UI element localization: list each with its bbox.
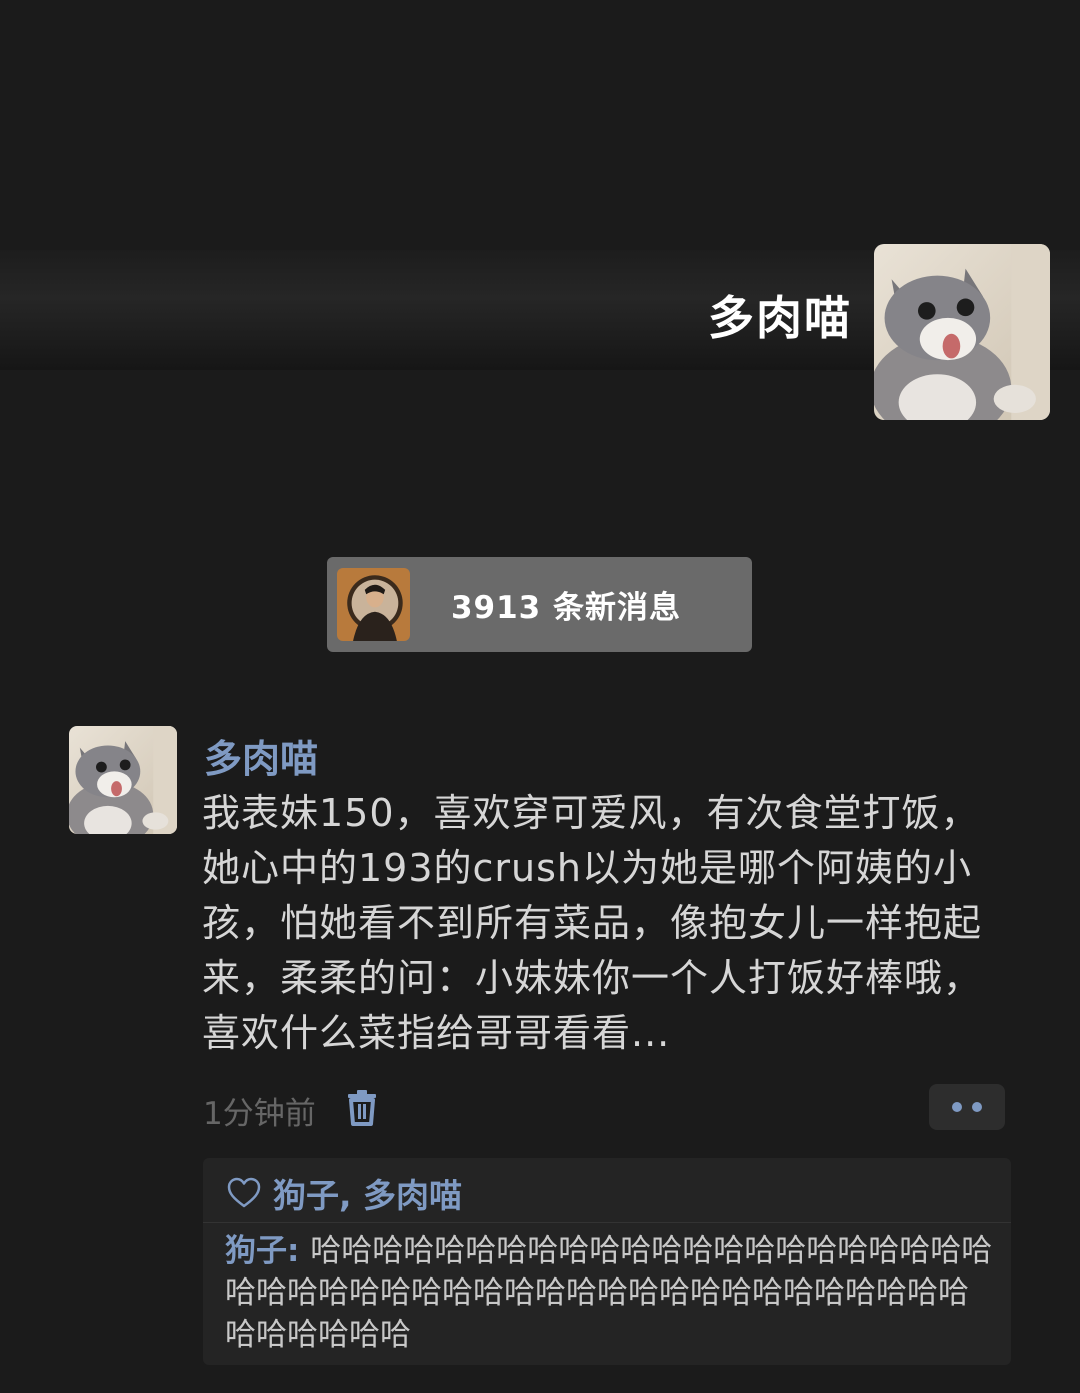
profile-name: 多肉喵 [708, 291, 852, 345]
cat-avatar-image [69, 726, 177, 834]
heart-outline-icon [227, 1177, 261, 1208]
more-actions-button[interactable] [929, 1084, 1005, 1130]
more-dots-icon [952, 1102, 962, 1112]
comment-text: 哈哈哈哈哈哈哈哈哈哈哈哈哈哈哈哈哈哈哈哈哈哈哈哈哈哈哈哈哈哈哈哈哈哈哈哈哈哈哈哈… [225, 1233, 993, 1353]
trash-icon[interactable] [345, 1090, 379, 1126]
post-timestamp: 1分钟前 [203, 1096, 316, 1132]
post-text: 我表妹150，喜欢穿可爱风，有次食堂打饭，她心中的193的crush以为她是哪个… [202, 791, 983, 1055]
likes-names[interactable]: 狗子, 多肉喵 [273, 1169, 462, 1217]
divider [203, 1222, 1011, 1223]
comment-author[interactable]: 狗子: [225, 1233, 310, 1269]
likes-row: 狗子, 多肉喵 [227, 1170, 462, 1216]
person-avatar-image [337, 568, 410, 641]
cat-avatar-image [874, 244, 1050, 420]
more-dots-icon [972, 1102, 982, 1112]
post-author-avatar[interactable] [69, 726, 177, 834]
new-messages-banner[interactable]: 3913 条新消息 [327, 557, 752, 652]
profile-avatar[interactable] [874, 244, 1050, 420]
interaction-box: 狗子, 多肉喵 狗子: 哈哈哈哈哈哈哈哈哈哈哈哈哈哈哈哈哈哈哈哈哈哈哈哈哈哈哈哈… [203, 1158, 1011, 1365]
sender-avatar [337, 568, 410, 641]
comment[interactable]: 狗子: 哈哈哈哈哈哈哈哈哈哈哈哈哈哈哈哈哈哈哈哈哈哈哈哈哈哈哈哈哈哈哈哈哈哈哈哈… [225, 1230, 995, 1356]
new-messages-label: 3913 条新消息 [450, 590, 682, 626]
post-author-name[interactable]: 多肉喵 [204, 728, 318, 783]
moments-page: 多肉喵 3913 条新消息 多肉喵 我表妹150，喜欢穿可爱风，有次食堂打饭，她… [0, 0, 1080, 1393]
